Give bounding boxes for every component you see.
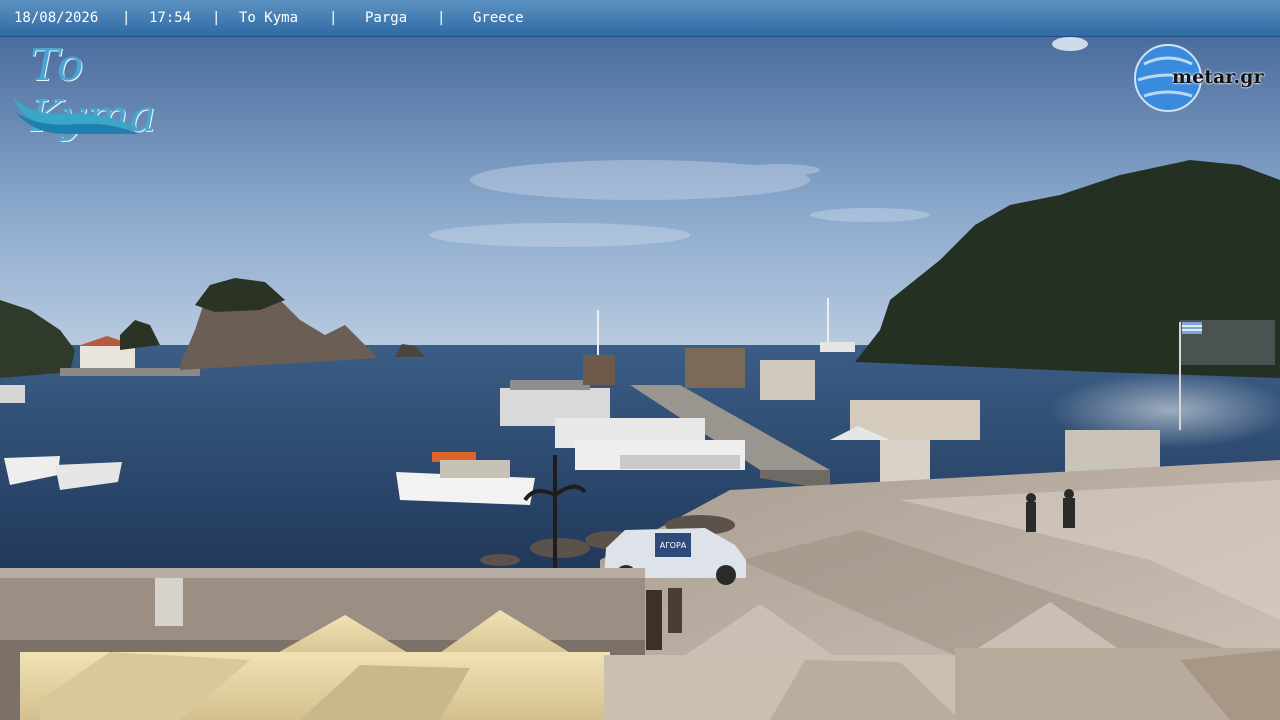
to-kyma-logo: To Kyma: [8, 40, 214, 142]
sun-flare: [1052, 37, 1088, 51]
banner-separator: |: [329, 10, 338, 26]
metar-logo-text: metar.gr: [1172, 66, 1264, 88]
banner-separator: |: [122, 10, 131, 26]
wave-icon: [12, 96, 140, 134]
car-sign-text: ΑΓΟΡΑ: [660, 541, 687, 550]
info-banner: 18/08/2026 | 17:54 | To Kyma | Parga | G…: [0, 0, 1280, 37]
banner-time: 17:54: [149, 10, 192, 26]
banner-separator: |: [437, 10, 446, 26]
banner-venue: To Kyma: [239, 10, 299, 26]
banner-country: Greece: [473, 10, 524, 26]
banner-date: 18/08/2026: [14, 10, 99, 26]
metar-logo: metar.gr: [1134, 44, 1274, 114]
banner-separator: |: [212, 10, 221, 26]
banner-town: Parga: [365, 10, 408, 26]
